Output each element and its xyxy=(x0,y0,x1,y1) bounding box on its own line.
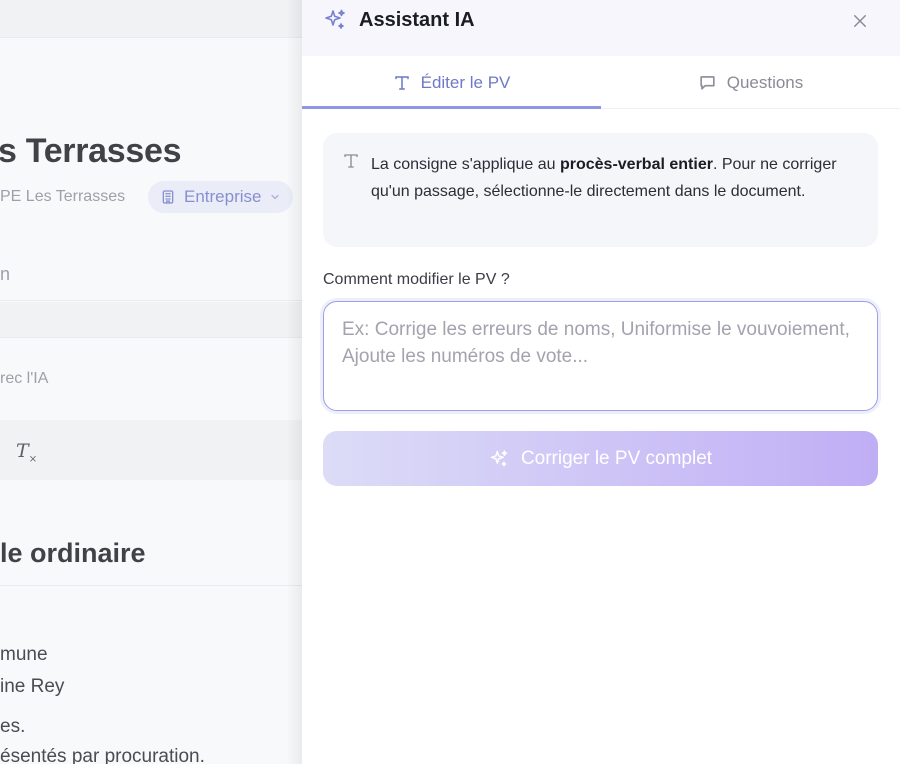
panel-tabs: Éditer le PV Questions xyxy=(302,56,900,109)
document-subtitle: PE Les Terrasses xyxy=(0,188,126,205)
sparkles-icon xyxy=(325,9,345,29)
text-t-icon xyxy=(344,154,358,168)
document-line: es. xyxy=(0,716,26,737)
assistant-panel: Assistant IA Éditer le PV Questions La c… xyxy=(302,0,900,764)
tab-label: Éditer le PV xyxy=(420,72,511,92)
correct-full-pv-label: Corriger le PV complet xyxy=(520,447,713,469)
entity-type-label: Entreprise xyxy=(184,187,262,206)
correct-full-pv-button[interactable]: Corriger le PV complet xyxy=(323,431,878,486)
document-line: ine Rey xyxy=(0,676,65,697)
divider xyxy=(0,300,302,301)
active-tab-indicator xyxy=(302,106,601,109)
document-title: s Terrasses xyxy=(0,132,182,170)
entity-type-chip[interactable]: Entreprise xyxy=(148,181,294,213)
tab-edit-pv[interactable]: Éditer le PV xyxy=(302,56,601,109)
panel-title: Assistant IA xyxy=(359,9,475,31)
panel-header: Assistant IA xyxy=(302,0,900,56)
document-heading: le ordinaire xyxy=(0,538,146,568)
info-text-bold: procès-verbal entier xyxy=(559,156,713,173)
formatting-toolbar xyxy=(0,420,302,480)
instruction-label: Comment modifier le PV ? xyxy=(323,271,510,288)
text-t-icon xyxy=(394,75,409,90)
document-section-fragment: n xyxy=(0,264,11,284)
document-line: mune xyxy=(0,644,48,665)
info-text-start: La consigne s'applique au xyxy=(371,156,560,173)
building-icon xyxy=(162,190,174,204)
tab-label: Questions xyxy=(726,72,804,92)
instruction-input[interactable] xyxy=(323,301,878,411)
sparkles-icon xyxy=(490,449,508,466)
edit-with-ai-fragment[interactable]: rec l'IA xyxy=(0,370,48,388)
message-square-icon xyxy=(700,76,715,90)
panel-shadow xyxy=(286,0,302,764)
scope-info-box: La consigne s'applique au procès-verbal … xyxy=(323,133,878,247)
clear-formatting-icon[interactable]: T× xyxy=(16,440,37,465)
close-button[interactable] xyxy=(848,9,872,33)
divider xyxy=(0,585,302,586)
close-icon xyxy=(854,15,866,27)
chevron-down-icon xyxy=(271,194,280,200)
document-toolbar-band xyxy=(0,302,302,338)
document-background: s Terrasses PE Les Terrasses Entreprise … xyxy=(0,0,302,764)
document-line: ésentés par procuration. xyxy=(0,746,205,764)
document-topbar xyxy=(0,0,302,38)
tab-questions[interactable]: Questions xyxy=(601,56,900,109)
